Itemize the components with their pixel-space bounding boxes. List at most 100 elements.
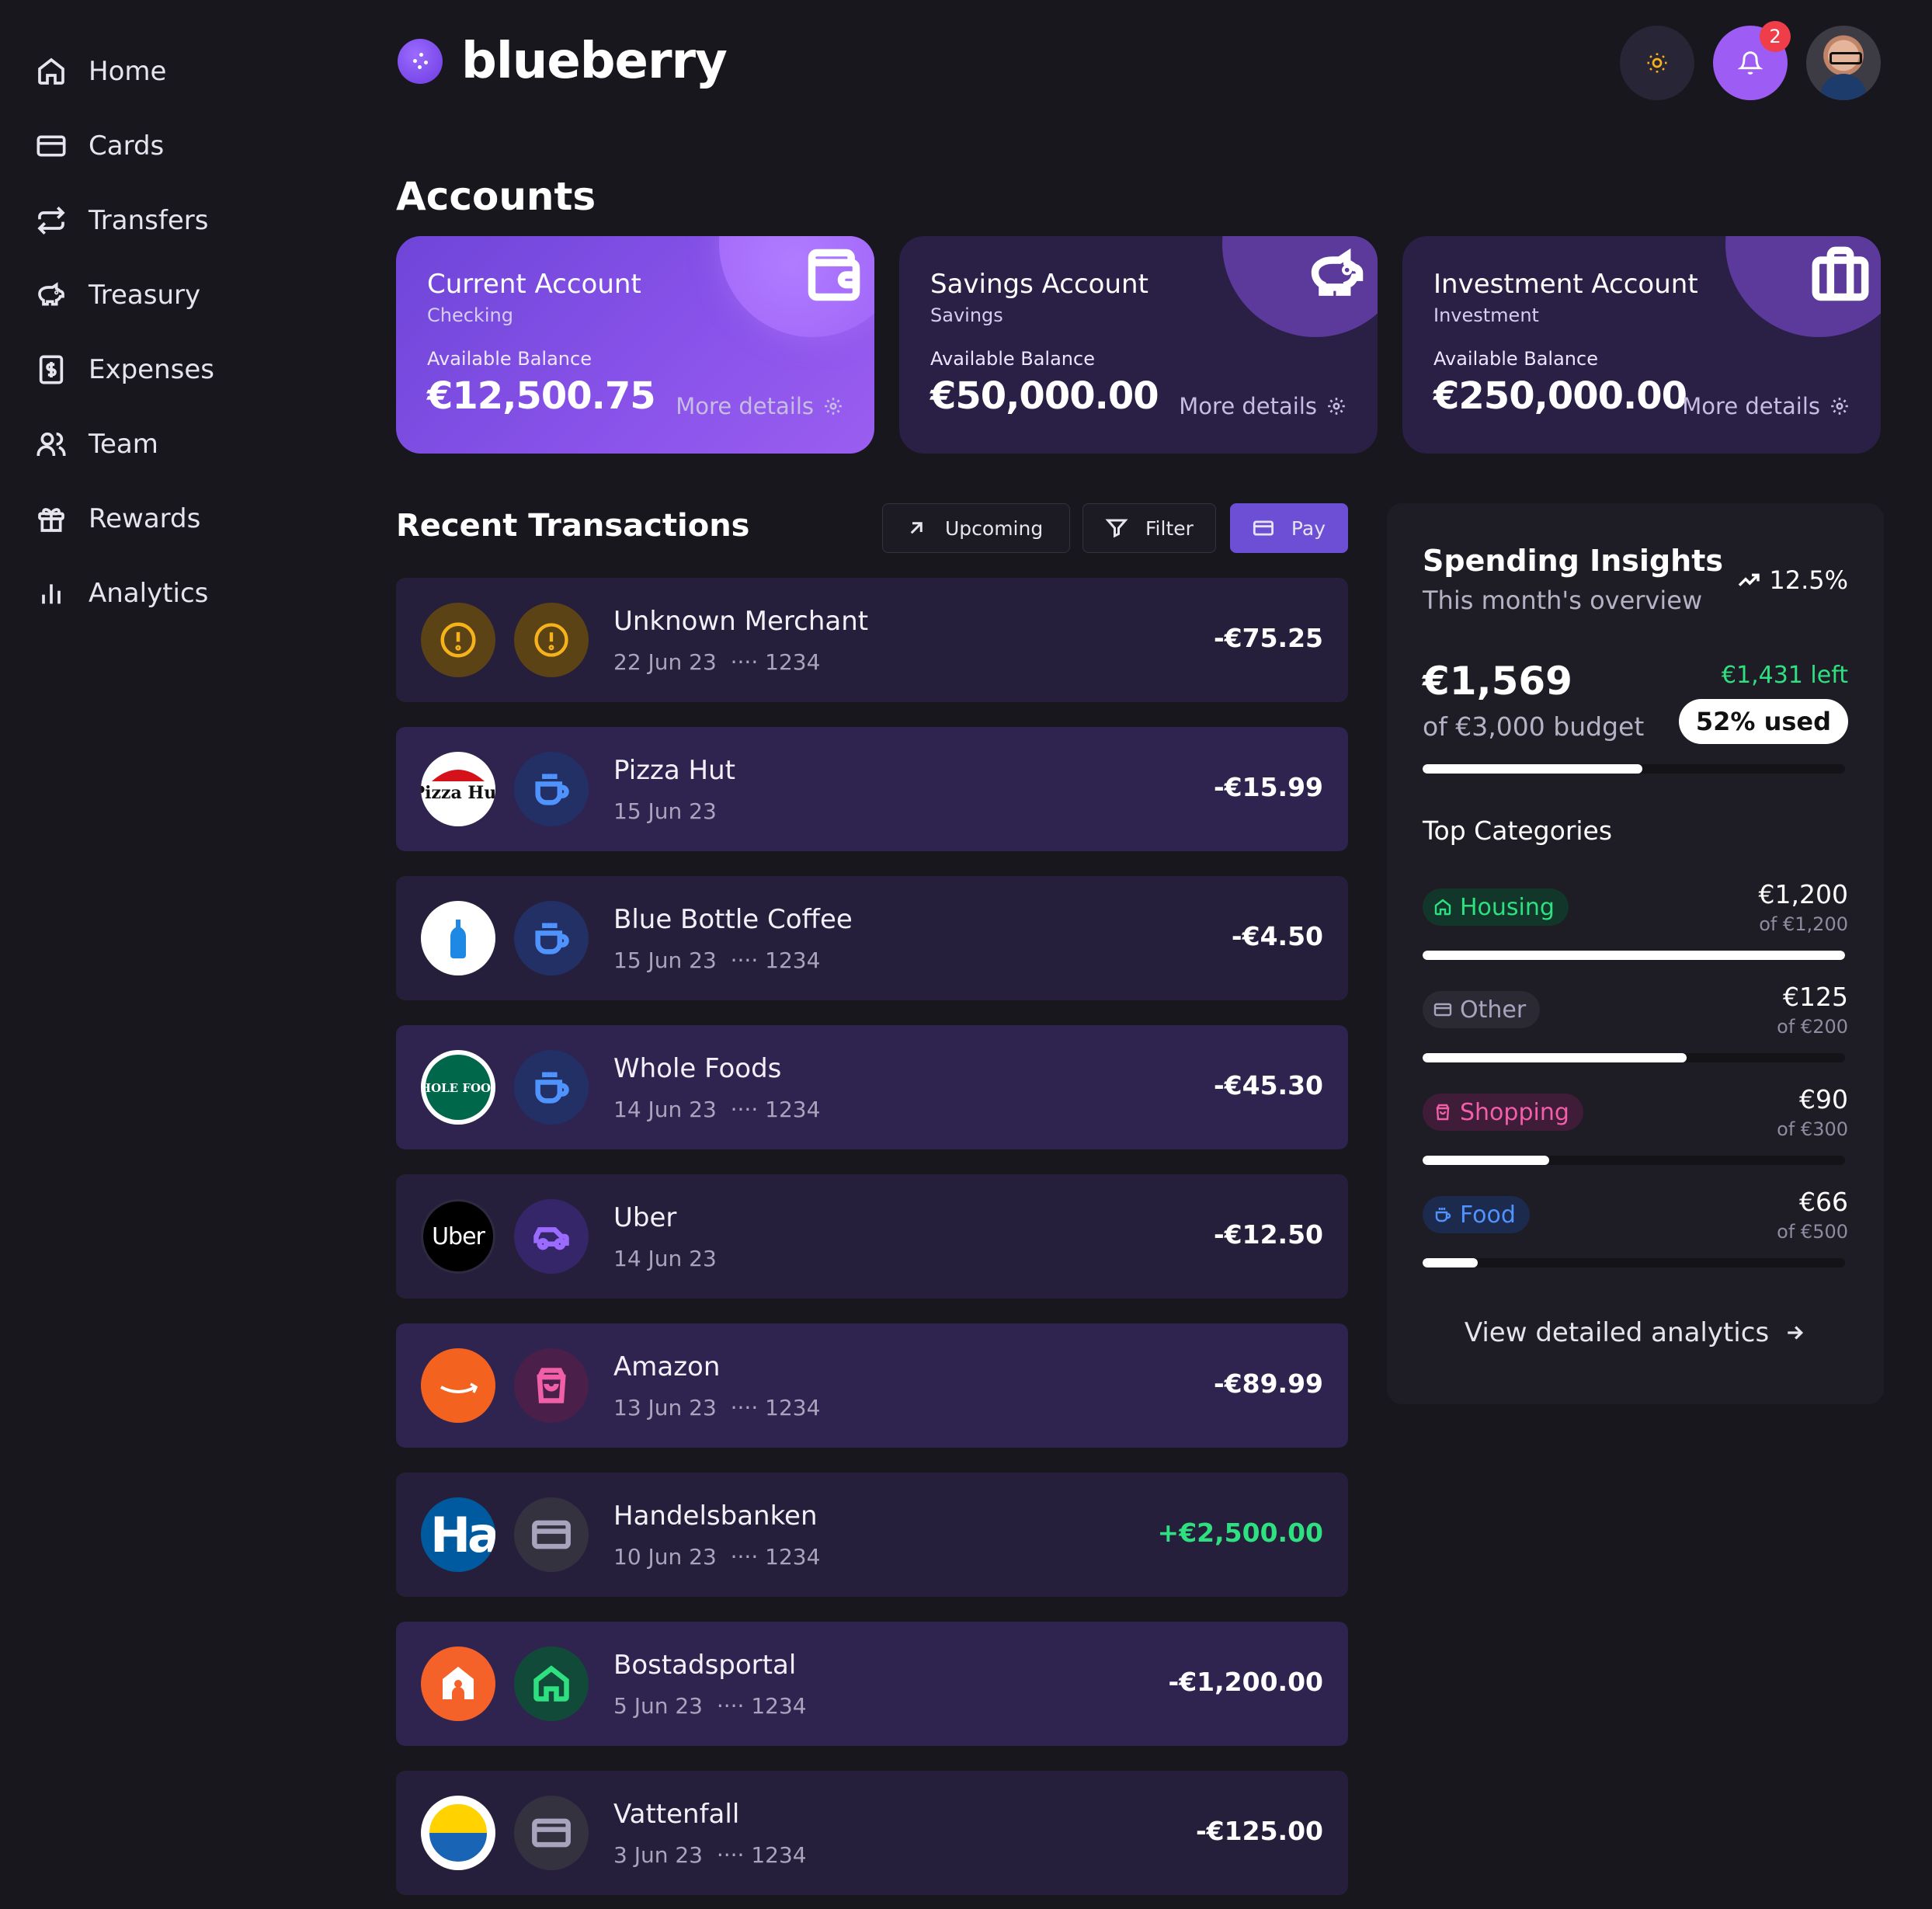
transaction-row[interactable]: Blue Bottle Coffee 15 Jun 23 ···· 1234 -… xyxy=(396,876,1348,1000)
theme-toggle-button[interactable] xyxy=(1620,26,1694,100)
transaction-amount: -€89.99 xyxy=(1213,1368,1323,1399)
filter-button[interactable]: Filter xyxy=(1082,503,1216,553)
sidebar-item-analytics[interactable]: Analytics xyxy=(36,570,208,617)
trend-value: 12.5% xyxy=(1769,565,1848,595)
sidebar-item-expenses[interactable]: Expenses xyxy=(36,346,214,393)
account-card-current[interactable]: Current Account Checking Available Balan… xyxy=(396,236,874,454)
sidebar-item-rewards[interactable]: Rewards xyxy=(36,496,200,542)
briefcase-icon xyxy=(1812,246,1869,301)
pay-button[interactable]: Pay xyxy=(1230,503,1348,553)
category-chip-housing[interactable]: Housing xyxy=(1423,888,1569,926)
home-icon xyxy=(533,1665,569,1702)
card-number: ···· 1234 xyxy=(716,1842,807,1868)
transaction-date: 15 Jun 23 xyxy=(613,948,717,973)
whole-foods-logo-icon: WHOLE FOODS xyxy=(421,1055,495,1120)
insights-title: Spending Insights xyxy=(1423,544,1723,578)
gift-icon xyxy=(38,508,64,532)
merchant-name: Vattenfall xyxy=(613,1799,740,1830)
transaction-amount: -€12.50 xyxy=(1213,1219,1323,1250)
accounts-title: Accounts xyxy=(396,174,596,219)
transaction-meta: 3 Jun 23 ···· 1234 xyxy=(613,1842,807,1868)
top-categories-title: Top Categories xyxy=(1423,815,1613,846)
category-chip-shopping[interactable]: Shopping xyxy=(1423,1094,1583,1131)
category-icon-wrapper xyxy=(514,1050,589,1125)
transaction-meta: 15 Jun 23 xyxy=(613,798,717,824)
coffee-cup-icon xyxy=(535,1072,569,1104)
transaction-date: 5 Jun 23 xyxy=(613,1693,703,1719)
transaction-meta: 14 Jun 23 xyxy=(613,1246,717,1271)
transaction-row[interactable]: Vattenfall 3 Jun 23 ···· 1234 -€125.00 xyxy=(396,1771,1348,1895)
category-icon-wrapper xyxy=(514,1497,589,1572)
account-name: Current Account xyxy=(427,269,641,300)
category-chip-other[interactable]: Other xyxy=(1423,991,1541,1028)
card-number: ···· 1234 xyxy=(730,1395,821,1420)
category-icon-wrapper xyxy=(514,1348,589,1423)
account-balance: €250,000.00 xyxy=(1433,374,1687,418)
account-card-investment[interactable]: Investment Account Investment Available … xyxy=(1402,236,1881,454)
transaction-date: 14 Jun 23 xyxy=(613,1246,717,1271)
merchant-name: Handelsbanken xyxy=(613,1500,818,1532)
arrow-up-right-icon xyxy=(910,522,923,534)
view-analytics-label: View detailed analytics xyxy=(1464,1317,1770,1348)
transaction-row[interactable]: Ha Handelsbanken 10 Jun 23 ···· 1234 +€2… xyxy=(396,1473,1348,1597)
coffee-cup-icon xyxy=(535,774,569,805)
transaction-row[interactable]: Amazon 13 Jun 23 ···· 1234 -€89.99 xyxy=(396,1323,1348,1448)
transaction-row[interactable]: Pizza Hut Pizza Hut 15 Jun 23 -€15.99 xyxy=(396,727,1348,851)
user-avatar[interactable] xyxy=(1806,26,1881,100)
more-details-link[interactable]: More details xyxy=(676,393,843,419)
transaction-row[interactable]: Uber Uber 14 Jun 23 -€12.50 xyxy=(396,1174,1348,1299)
merchant-name: Whole Foods xyxy=(613,1053,782,1084)
vattenfall-logo-icon xyxy=(425,1799,492,1866)
account-name: Investment Account xyxy=(1433,269,1698,300)
notifications-button[interactable]: 2 xyxy=(1713,21,1791,100)
sidebar-item-label: Transfers xyxy=(89,205,209,236)
card-icon xyxy=(1433,1003,1452,1017)
transaction-amount: -€15.99 xyxy=(1213,772,1323,802)
more-details-label: More details xyxy=(1179,393,1317,419)
card-number: ···· 1234 xyxy=(730,948,821,973)
category-progress-bar xyxy=(1423,951,1845,960)
account-name: Savings Account xyxy=(930,269,1148,300)
transaction-row[interactable]: WHOLE FOODS Whole Foods 14 Jun 23 ···· 1… xyxy=(396,1025,1348,1149)
more-details-link[interactable]: More details xyxy=(1682,393,1850,419)
category-limit: of €500 xyxy=(1777,1221,1848,1243)
account-card-savings[interactable]: Savings Account Savings Available Balanc… xyxy=(899,236,1378,454)
merchant-logo xyxy=(421,901,495,975)
view-analytics-link[interactable]: View detailed analytics xyxy=(1387,1317,1884,1348)
gear-icon xyxy=(1831,398,1848,415)
sidebar-item-team[interactable]: Team xyxy=(36,421,158,468)
upcoming-button[interactable]: Upcoming xyxy=(882,503,1070,553)
category-icon-wrapper xyxy=(514,1796,589,1870)
category-limit: of €200 xyxy=(1777,1016,1848,1038)
sidebar-item-label: Rewards xyxy=(89,503,201,534)
used-badge: 52% used xyxy=(1678,699,1848,744)
sidebar-item-treasury[interactable]: Treasury xyxy=(36,272,200,318)
more-details-label: More details xyxy=(676,393,814,419)
transaction-row[interactable]: Bostadsportal 5 Jun 23 ···· 1234 -€1,200… xyxy=(396,1622,1348,1746)
more-details-link[interactable]: More details xyxy=(1179,393,1346,419)
transaction-date: 3 Jun 23 xyxy=(613,1842,703,1868)
category-progress-bar xyxy=(1423,1053,1845,1062)
sidebar-item-home[interactable]: Home xyxy=(36,48,166,95)
account-type: Checking xyxy=(427,304,513,326)
transaction-row[interactable]: Unknown Merchant 22 Jun 23 ···· 1234 -€7… xyxy=(396,578,1348,702)
category-chip-food[interactable]: Food xyxy=(1423,1196,1530,1233)
sidebar-item-transfers[interactable]: Transfers xyxy=(36,197,208,244)
category-name: Housing xyxy=(1460,893,1555,921)
merchant-logo xyxy=(421,1796,495,1870)
budget-label: of €3,000 budget xyxy=(1423,711,1645,742)
transaction-meta: 13 Jun 23 ···· 1234 xyxy=(613,1395,820,1420)
merchant-logo: Uber xyxy=(421,1199,495,1274)
transfer-icon xyxy=(37,207,65,235)
whole-foods-logo-text: WHOLE FOODS xyxy=(421,1081,495,1095)
transaction-date: 15 Jun 23 xyxy=(613,798,717,824)
sidebar-item-cards[interactable]: Cards xyxy=(36,123,164,169)
category-amount: €66 xyxy=(1799,1187,1848,1217)
filter-label: Filter xyxy=(1145,516,1194,540)
category-icon-wrapper xyxy=(514,901,589,975)
brand[interactable]: blueberry xyxy=(398,33,728,90)
handelsbanken-logo-text: Ha xyxy=(430,1506,495,1563)
merchant-name: Amazon xyxy=(613,1351,721,1382)
bar-chart-icon xyxy=(42,584,61,604)
merchant-name: Unknown Merchant xyxy=(613,606,869,637)
